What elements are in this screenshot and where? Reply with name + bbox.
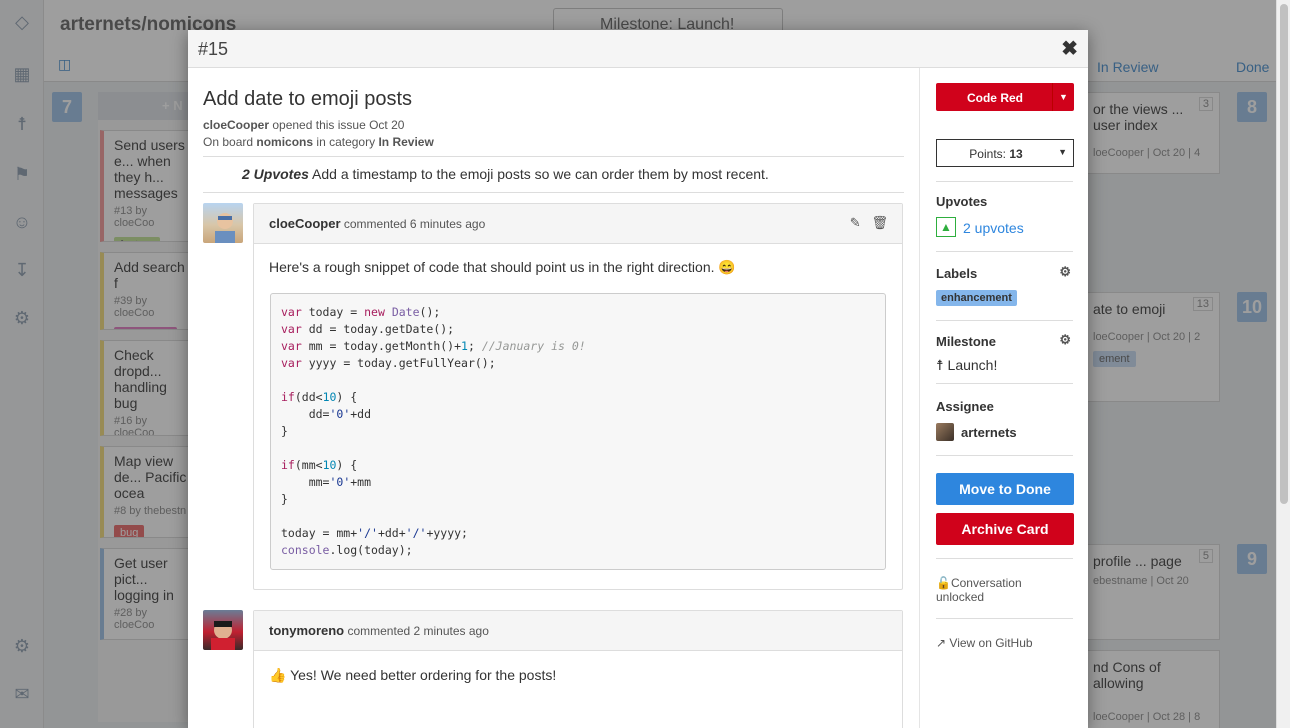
comment-meta: tonymoreno commented 2 minutes ago [269, 623, 489, 638]
view-on-github-link[interactable]: ↗ View on GitHub [936, 636, 1073, 650]
divider [936, 251, 1073, 252]
gear-icon[interactable]: ⚙ [1059, 332, 1071, 348]
comment-header: tonymoreno commented 2 minutes ago [254, 611, 902, 651]
comment-meta: cloeCooper commented 6 minutes ago [269, 216, 486, 231]
external-link-icon: ↗ [936, 636, 947, 650]
issue-author[interactable]: cloeCooper [203, 118, 269, 132]
divider [936, 383, 1073, 384]
labels-section: Labels ⚙ [936, 264, 1071, 281]
upvotes-count: 2 Upvotes [242, 166, 309, 182]
divider [936, 618, 1073, 619]
chevron-down-icon[interactable]: ▼ [1052, 83, 1074, 111]
divider [936, 320, 1073, 321]
milestone-value[interactable]: ☨ Launch! [936, 357, 1073, 374]
trash-icon[interactable]: 🗑 [871, 215, 888, 230]
upvotes-link[interactable]: 2 upvotes [963, 220, 1024, 236]
divider [936, 455, 1073, 456]
modal-header: #15 ✖ [188, 30, 1088, 68]
divider [203, 156, 904, 157]
points-select[interactable]: Points: 13 ▼ [936, 139, 1074, 167]
comment-body: 👍 Yes! We need better ordering for the p… [269, 667, 557, 683]
page-scrollbar[interactable] [1276, 0, 1290, 728]
upvotes-row: ▲ 2 upvotes [936, 217, 1073, 239]
milestone-section: Milestone ⚙ [936, 332, 1071, 349]
comment: cloeCooper commented 6 minutes ago ✎ 🗑 H… [253, 203, 903, 590]
comment-author[interactable]: tonymoreno [269, 623, 344, 638]
comment-author[interactable]: cloeCooper [269, 216, 341, 231]
issue-title: Add date to emoji posts [203, 88, 413, 110]
issue-main: Add date to emoji posts cloeCooper opene… [188, 68, 919, 728]
code-block: var today = new Date(); var dd = today.g… [270, 293, 886, 570]
gear-icon[interactable]: ⚙ [1059, 264, 1071, 280]
milestone-icon: ☨ [936, 357, 944, 373]
comment-body: Here's a rough snippet of code that shou… [269, 259, 736, 275]
avatar-image [211, 621, 235, 650]
unlock-icon: 🔓 [936, 576, 951, 590]
smile-icon: 😄 [718, 259, 736, 275]
comment-tools: ✎ 🗑 [850, 215, 888, 231]
avatar [936, 423, 954, 441]
issue-board-line: On board nomicons in category In Review [203, 135, 434, 149]
issue-number: #15 [198, 39, 229, 59]
archive-card-button[interactable]: Archive Card [936, 513, 1074, 545]
priority-select[interactable]: Code Red ▼ [936, 83, 1074, 111]
divider [936, 181, 1073, 182]
avatar [203, 610, 243, 650]
comment-header: cloeCooper commented 6 minutes ago ✎ 🗑 [254, 204, 902, 244]
issue-description: 2 Upvotes Add a timestamp to the emoji p… [242, 166, 769, 182]
thumbs-up-icon: 👍 [269, 667, 287, 683]
divider [203, 192, 904, 193]
issue-opened-line: cloeCooper opened this issue Oct 20 [203, 118, 405, 132]
chevron-down-icon: ▼ [1058, 147, 1067, 157]
board-name[interactable]: nomicons [256, 135, 313, 149]
assignee-row[interactable]: arternets [936, 423, 1073, 443]
divider [936, 558, 1073, 559]
assignee-title: Assignee [936, 399, 994, 414]
move-to-done-button[interactable]: Move to Done [936, 473, 1074, 505]
comment: tonymoreno commented 2 minutes ago 👍 Yes… [253, 610, 903, 728]
category-name[interactable]: In Review [378, 135, 433, 149]
pencil-icon[interactable]: ✎ [850, 215, 861, 230]
issue-modal: #15 ✖ Add date to emoji posts cloeCooper… [188, 30, 1088, 728]
avatar [203, 203, 243, 243]
close-icon[interactable]: ✖ [1061, 36, 1078, 61]
issue-sidebar: Code Red ▼ Points: 13 ▼ Upvotes ▲ 2 upvo… [919, 68, 1088, 728]
upvote-arrow-icon[interactable]: ▲ [936, 217, 956, 237]
avatar-image [215, 213, 235, 243]
assignee-name: arternets [961, 425, 1017, 440]
upvotes-title: Upvotes [936, 194, 988, 209]
label-chip[interactable]: enhancement [936, 290, 1017, 306]
conversation-lock-toggle[interactable]: 🔓Conversation unlocked [936, 576, 1073, 604]
scrollbar-thumb[interactable] [1280, 4, 1288, 504]
